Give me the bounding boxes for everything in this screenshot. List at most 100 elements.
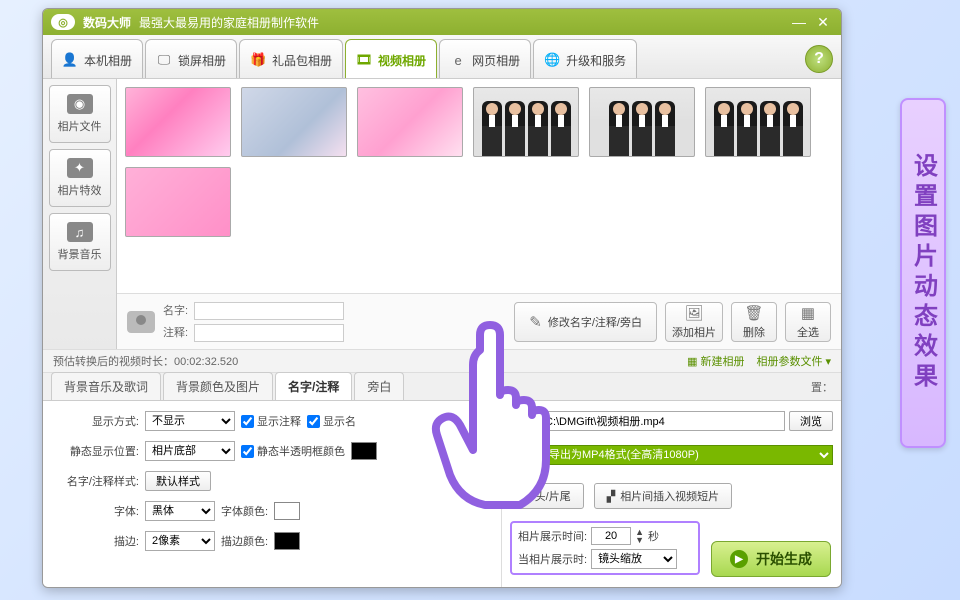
info-bar: 名字: 注释: ✎修改名字/注释/旁白 🖼添加相片 🗑删除 ▦全选: [117, 293, 841, 349]
tab-video-album[interactable]: 🎞视频相册: [345, 39, 437, 78]
album-params-link[interactable]: 相册参数文件▾: [756, 353, 831, 369]
translucent-frame-checkbox[interactable]: 静态半透明框颜色: [241, 443, 345, 459]
dynamic-effect-highlight: 相片展示时间: ▲▼ 秒 当相片展示时: 镜头缩放: [510, 521, 700, 575]
app-tagline: 最强大最易用的家庭相册制作软件: [139, 14, 319, 31]
tab-local-album[interactable]: 👤本机相册: [51, 39, 143, 78]
static-pos-select[interactable]: 相片底部: [145, 441, 235, 461]
edit-name-button[interactable]: ✎修改名字/注释/旁白: [514, 302, 657, 342]
subtab-narration[interactable]: 旁白: [354, 372, 404, 400]
thumbnail[interactable]: [125, 167, 231, 237]
delete-button[interactable]: 🗑删除: [731, 302, 777, 342]
minimize-button[interactable]: ―: [789, 13, 809, 31]
name-input[interactable]: [194, 302, 344, 320]
app-logo-icon: ◎: [51, 14, 75, 30]
tab-lock-album[interactable]: 🖵锁屏相册: [145, 39, 237, 78]
play-icon: ▶: [730, 550, 748, 568]
subtab-bgcolor[interactable]: 背景颜色及图片: [163, 372, 273, 400]
display-mode-select[interactable]: 不显示: [145, 411, 235, 431]
outline-color-swatch[interactable]: [274, 532, 300, 550]
duration-input[interactable]: [591, 527, 631, 545]
side-column: ◉相片文件 ✦相片特效 ♫背景音乐: [43, 79, 117, 349]
sparkle-icon: ✦: [67, 158, 93, 178]
add-photo-button[interactable]: 🖼添加相片: [665, 302, 723, 342]
monitor-icon: 🖵: [156, 52, 172, 68]
chevron-down-icon: ▾: [825, 355, 831, 368]
tab-upgrade[interactable]: 🌐升级和服务: [533, 39, 637, 78]
tab-web-album[interactable]: e网页相册: [439, 39, 531, 78]
add-photo-icon: 🖼: [684, 304, 703, 322]
path-label: 径:: [510, 413, 536, 429]
comment-input[interactable]: [194, 324, 344, 342]
callout-label: 设置图片动态效果: [900, 98, 946, 448]
comment-label: 注释:: [163, 324, 188, 342]
new-album-link[interactable]: ▦新建相册: [687, 353, 744, 369]
film-icon: 🎞: [356, 52, 372, 68]
thumbnail[interactable]: [125, 87, 231, 157]
sub-tabs: 背景音乐及歌词 背景颜色及图片 名字/注释 旁白 置：: [43, 373, 841, 401]
spinner-icon[interactable]: ▲▼: [635, 528, 644, 544]
gift-icon: 🎁: [250, 52, 266, 68]
default-style-button[interactable]: 默认样式: [145, 471, 211, 491]
app-window: ◎ 数码大师 最强大最易用的家庭相册制作软件 ― ✕ 👤本机相册 🖵锁屏相册 🎁…: [42, 8, 842, 588]
close-button[interactable]: ✕: [813, 13, 833, 31]
duration-label: 相片展示时间:: [518, 528, 587, 544]
font-select[interactable]: 黑体: [145, 501, 215, 521]
music-icon: ♫: [67, 222, 93, 242]
subtab-right-label: 置：: [811, 379, 833, 400]
thumbnail[interactable]: [473, 87, 579, 157]
grid-icon: ▦: [801, 304, 815, 322]
content: ◉相片文件 ✦相片特效 ♫背景音乐 名字:: [43, 79, 841, 587]
edit-icon: ✎: [529, 313, 542, 331]
effect-label: 当相片展示时:: [518, 551, 587, 567]
trash-icon: 🗑: [744, 304, 763, 322]
globe-icon: 🌐: [544, 52, 560, 68]
thumbnail[interactable]: [241, 87, 347, 157]
settings-left: 显示方式: 不显示 显示注释 显示名 静态显示位置: 相片底部 静态半透明框颜色…: [43, 401, 501, 587]
quality-label: 量标准:: [510, 439, 536, 471]
side-photo-files[interactable]: ◉相片文件: [49, 85, 111, 143]
outline-label: 描边:: [51, 533, 139, 549]
video-icon: ■: [523, 490, 530, 502]
display-mode-label: 显示方式:: [51, 413, 139, 429]
subtab-name-comment[interactable]: 名字/注释: [275, 372, 352, 400]
estimate-bar: 预估转换后的视频时长：00:02:32.520 ▦新建相册 相册参数文件▾: [43, 349, 841, 373]
app-title: 数码大师: [83, 14, 131, 31]
thumbnail[interactable]: [357, 87, 463, 157]
style-label: 名字/注释样式:: [51, 473, 139, 489]
frame-color-swatch[interactable]: [351, 442, 377, 460]
titlebar: ◎ 数码大师 最强大最易用的家庭相册制作软件 ― ✕: [43, 9, 841, 35]
camera-placeholder-icon: [127, 311, 155, 333]
start-generate-button[interactable]: ▶ 开始生成: [711, 541, 831, 577]
show-comment-checkbox[interactable]: 显示注释: [241, 413, 301, 429]
main-toolbar: 👤本机相册 🖵锁屏相册 🎁礼品包相册 🎞视频相册 e网页相册 🌐升级和服务 ?: [43, 35, 841, 79]
select-all-button[interactable]: ▦全选: [785, 302, 831, 342]
side-bg-music[interactable]: ♫背景音乐: [49, 213, 111, 271]
estimate-text: 预估转换后的视频时长：00:02:32.520: [53, 353, 238, 369]
name-label: 名字:: [163, 302, 188, 320]
side-photo-effects[interactable]: ✦相片特效: [49, 149, 111, 207]
static-pos-label: 静态显示位置:: [51, 443, 139, 459]
thumbnail-grid[interactable]: [117, 79, 841, 293]
ie-icon: e: [450, 52, 466, 68]
settings-panel: 显示方式: 不显示 显示注释 显示名 静态显示位置: 相片底部 静态半透明框颜色…: [43, 401, 841, 587]
thumbnail[interactable]: [589, 87, 695, 157]
outline-color-label: 描边颜色:: [221, 533, 268, 549]
insert-icon: ▞: [607, 490, 615, 503]
show-name-checkbox[interactable]: 显示名: [307, 413, 356, 429]
thumbnail[interactable]: [705, 87, 811, 157]
plus-icon: ▦: [687, 355, 697, 368]
head-tail-button[interactable]: ■头/片尾: [510, 483, 584, 509]
effect-select[interactable]: 镜头缩放: [591, 549, 677, 569]
outline-select[interactable]: 2像素: [145, 531, 215, 551]
insert-video-button[interactable]: ▞相片间插入视频短片: [594, 483, 732, 509]
user-icon: 👤: [62, 52, 78, 68]
tab-gift-album[interactable]: 🎁礼品包相册: [239, 39, 343, 78]
quality-select[interactable]: 导出为MP4格式(全高清1080P): [540, 445, 833, 465]
browse-button[interactable]: 浏览: [789, 411, 833, 431]
font-color-label: 字体颜色:: [221, 503, 268, 519]
duration-unit: 秒: [648, 528, 659, 544]
help-button[interactable]: ?: [805, 45, 833, 73]
output-path-input[interactable]: [540, 411, 785, 431]
subtab-music[interactable]: 背景音乐及歌词: [51, 372, 161, 400]
font-color-swatch[interactable]: [274, 502, 300, 520]
